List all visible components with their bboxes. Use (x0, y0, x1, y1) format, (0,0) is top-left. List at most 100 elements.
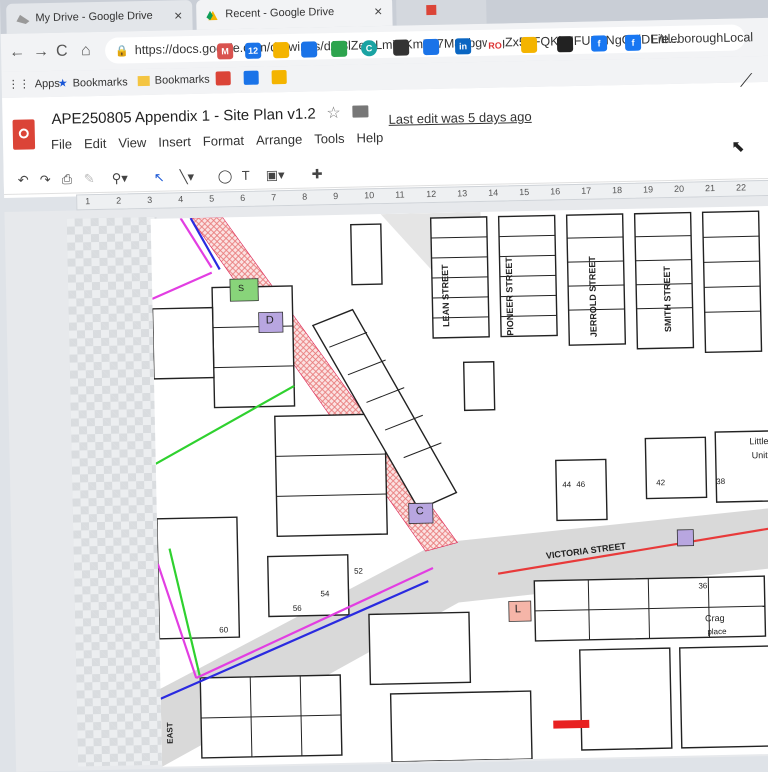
image-icon[interactable]: ▣▾ (266, 167, 285, 183)
evernote-icon[interactable] (330, 40, 348, 58)
drawings-logo-icon[interactable] (12, 119, 36, 150)
ruler-tick: 2 (116, 195, 122, 206)
menu-edit[interactable]: Edit (84, 136, 107, 151)
ruler-tick: 4 (178, 194, 184, 205)
house-number: 46 (576, 479, 586, 490)
ruler-tick: 7 (271, 192, 277, 203)
bookmarks-folder[interactable]: Bookmarks (137, 73, 210, 88)
ro-extension-icon[interactable]: RO (486, 37, 504, 54)
line-icon[interactable]: ╲▾ (180, 169, 195, 185)
menu-format[interactable]: Format (203, 133, 244, 149)
keep-bookmark-icon[interactable] (271, 70, 287, 85)
gmail-icon[interactable]: M (216, 43, 234, 60)
zoom-icon[interactable]: ⚲▾ (112, 170, 128, 186)
house-number: 36 (698, 581, 708, 591)
menu-help[interactable]: Help (356, 130, 383, 146)
marker-label: S (237, 282, 245, 294)
apps-shortcut[interactable]: ⋮⋮ Apps (8, 77, 60, 91)
calendar-icon[interactable]: 12 (244, 42, 262, 59)
pocket-icon[interactable] (392, 39, 410, 56)
close-icon[interactable]: × (174, 7, 183, 23)
paint-format-icon[interactable]: ✎ (84, 171, 95, 187)
red-bar-marker (553, 719, 590, 729)
facebook-page-label[interactable]: LittleboroughLocal (651, 30, 753, 46)
keep-icon[interactable] (272, 41, 290, 59)
menu-tools[interactable]: Tools (314, 131, 345, 147)
ruler-tick: 12 (426, 188, 437, 200)
house-number: 54 (320, 589, 330, 599)
document-title[interactable]: APE250805 Appendix 1 - Site Plan v1.2 (51, 105, 316, 128)
folder-icon[interactable] (352, 105, 369, 118)
add-comment-icon[interactable]: ✚ (312, 166, 323, 182)
back-icon[interactable]: ← (9, 43, 25, 61)
calendar-bookmark-icon[interactable] (243, 70, 259, 85)
print-icon[interactable]: ⎙ (62, 172, 73, 188)
close-icon[interactable]: × (374, 3, 383, 19)
bookmarks-star[interactable]: ★ Bookmarks (58, 75, 128, 90)
apps-label: Apps (34, 77, 60, 90)
extension-icon[interactable] (300, 41, 318, 58)
apps-grid-icon: ⋮⋮ (7, 78, 30, 91)
ruler-tick: 19 (643, 184, 654, 195)
select-icon[interactable]: ↖ (154, 170, 165, 186)
menu-bar: File Edit View Insert Format Arrange Too… (51, 130, 396, 152)
ruler-tick: 15 (519, 186, 530, 198)
ruler-tick: 5 (209, 193, 215, 204)
bookmarks-label: Bookmarks (72, 75, 128, 89)
drive-icon (16, 14, 30, 25)
house-number: 56 (292, 603, 302, 614)
undo-icon[interactable]: ↶ (18, 172, 29, 188)
menu-file[interactable]: File (51, 137, 72, 152)
ruler-tick: 18 (612, 185, 623, 196)
coin-icon[interactable] (520, 36, 538, 54)
star-outline-icon[interactable]: ☆ (326, 103, 341, 123)
browser-window: My Drive - Google Drive × Recent - Googl… (0, 0, 768, 772)
shape-icon[interactable]: ◯ (218, 168, 233, 184)
marker-label: C (415, 505, 424, 518)
place-label: Unite (751, 449, 768, 461)
tab-title: My Drive - Google Drive (35, 9, 153, 25)
forward-icon[interactable]: → (33, 43, 49, 61)
facebook-page-icon[interactable]: f (624, 34, 642, 51)
ruler-tick: 20 (673, 183, 685, 194)
ruler-tick: 9 (333, 190, 339, 202)
activity-trend-icon[interactable]: ⟋ (740, 70, 753, 91)
dark-extension-icon[interactable] (556, 36, 574, 53)
ruler-tick: 3 (147, 194, 153, 205)
site-plan-map[interactable]: LEAN STREET PIONEER STREET JERROLD STREE… (150, 205, 768, 767)
menu-view[interactable]: View (118, 135, 146, 151)
drive-icon (206, 10, 218, 21)
house-number: 38 (716, 476, 726, 487)
last-edit-link[interactable]: Last edit was 5 days ago (388, 109, 531, 127)
menu-insert[interactable]: Insert (158, 134, 191, 150)
gmail-bookmark-icon[interactable] (215, 71, 231, 86)
street-label: JERROLD STREET (587, 256, 599, 338)
menu-arrange[interactable]: Arrange (256, 132, 303, 148)
badge-marker (676, 529, 694, 547)
bookmarks-folder-label: Bookmarks (154, 73, 210, 87)
reload-icon[interactable]: C (56, 43, 68, 61)
ruler-tick: 6 (240, 192, 246, 204)
tab-my-drive[interactable]: My Drive - Google Drive × (6, 0, 193, 34)
chat-icon[interactable] (422, 38, 440, 56)
redo-icon[interactable]: ↷ (40, 172, 51, 188)
house-number: 44 (562, 480, 572, 490)
ruler-tick: 22 (735, 182, 747, 193)
house-number: 52 (353, 566, 364, 576)
tab-title: Recent - Google Drive (225, 6, 335, 21)
street-label: PIONEER STREET (503, 257, 516, 336)
tab-blank[interactable] (395, 0, 487, 26)
facebook-icon[interactable]: f (590, 35, 608, 52)
ruler-tick: 10 (364, 190, 375, 201)
ruler-tick: 16 (550, 186, 561, 197)
street-label: LEAN STREET (439, 264, 452, 328)
place-label: Crag (705, 612, 725, 624)
textbox-icon[interactable]: T (242, 168, 250, 183)
ruler-tick: 17 (581, 185, 592, 196)
marker-label: L (514, 603, 522, 616)
red-square-icon (426, 4, 437, 16)
marker-label: D (265, 314, 274, 327)
home-icon[interactable]: ⌂ (81, 42, 91, 60)
ruler-tick: 13 (457, 188, 468, 199)
linkedin-icon[interactable]: in (454, 38, 472, 55)
